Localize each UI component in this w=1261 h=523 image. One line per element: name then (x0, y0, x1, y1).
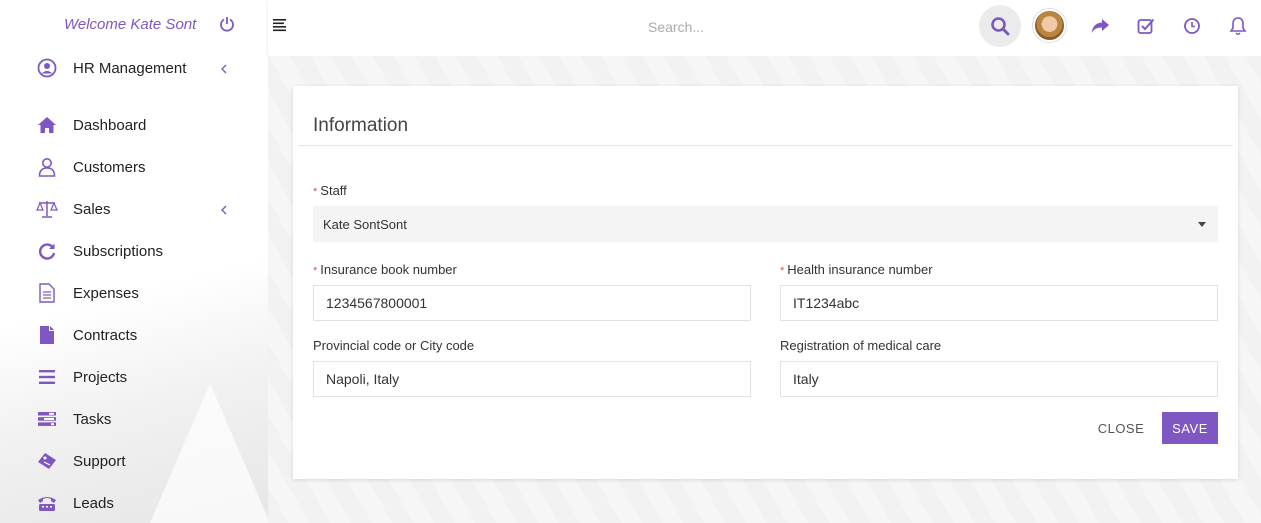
search-button[interactable] (979, 5, 1021, 47)
bars-icon (36, 366, 58, 388)
sidebar-item-label: Contracts (73, 326, 138, 344)
sidebar-item-label: Dashboard (73, 116, 147, 134)
provincial-code-input[interactable] (313, 361, 751, 397)
sidebar-item-label: Expenses (73, 284, 139, 302)
staff-label: * Staff (313, 183, 347, 198)
sidebar: Welcome Kate Sont HR Management Dashboar… (0, 0, 268, 523)
staff-select[interactable]: Kate SontSont (313, 206, 1218, 242)
search-icon (991, 17, 1010, 36)
sidebar-item-dashboard[interactable]: Dashboard (0, 104, 268, 146)
sidebar-item-leads[interactable]: Leads (0, 482, 268, 523)
sidebar-item-label: Tasks (73, 410, 112, 428)
file-text-icon (36, 282, 58, 304)
provincial-code-label: Provincial code or City code (313, 338, 475, 353)
sidebar-item-label: Leads (73, 494, 114, 512)
sidebar-item-support[interactable]: Support (0, 440, 268, 482)
divider (298, 145, 1233, 146)
information-card: Information * Staff Kate SontSont * Insura… (293, 86, 1238, 479)
sidebar-item-projects[interactable]: Projects (0, 356, 268, 398)
file-icon (36, 324, 58, 346)
required-marker: * (780, 265, 785, 277)
sidebar-item-label: Support (73, 452, 126, 470)
top-bar (268, 0, 1261, 56)
sidebar-item-sales[interactable]: Sales (0, 188, 268, 230)
health-insurance-label: * Health insurance number (780, 262, 933, 277)
medical-care-label: Registration of medical care (780, 338, 942, 353)
required-marker: * (313, 186, 318, 198)
close-button[interactable]: CLOSE (1091, 412, 1151, 444)
insurance-book-label: * Insurance book number (313, 262, 457, 277)
card-title: Information (313, 115, 409, 136)
home-icon (36, 114, 58, 136)
user-circle-icon (36, 57, 58, 79)
insurance-book-input[interactable] (313, 285, 751, 321)
sidebar-item-label: Customers (73, 158, 146, 176)
required-marker: * (313, 265, 318, 277)
bell-icon[interactable] (1228, 16, 1248, 36)
tty-icon (36, 492, 58, 514)
sidebar-item-expenses[interactable]: Expenses (0, 272, 268, 314)
sidebar-item-tasks[interactable]: Tasks (0, 398, 268, 440)
menu-toggle-icon[interactable] (273, 18, 287, 32)
sidebar-item-label: Subscriptions (73, 242, 164, 260)
ticket-icon (36, 450, 58, 472)
avatar[interactable] (1033, 9, 1066, 42)
share-icon[interactable] (1090, 16, 1110, 36)
staff-selected-value: Kate SontSont (323, 217, 407, 232)
checkbox-icon[interactable] (1136, 16, 1156, 36)
chevron-left-icon (219, 203, 229, 215)
refresh-icon (36, 240, 58, 262)
sidebar-item-label: Projects (73, 368, 128, 386)
sidebar-item-subscriptions[interactable]: Subscriptions (0, 230, 268, 272)
sidebar-item-hr-management[interactable]: HR Management (0, 47, 268, 89)
search-input[interactable] (648, 13, 948, 41)
sidebar-item-customers[interactable]: Customers (0, 146, 268, 188)
sidebar-item-label: HR Management (73, 59, 187, 77)
health-insurance-input[interactable] (780, 285, 1218, 321)
caret-down-icon (1198, 222, 1206, 227)
tasks-icon (36, 408, 58, 430)
chevron-left-icon (219, 62, 229, 74)
user-icon (36, 156, 58, 178)
clock-icon[interactable] (1182, 16, 1202, 36)
sidebar-item-label: Sales (73, 200, 111, 218)
medical-care-input[interactable] (780, 361, 1218, 397)
scale-icon (36, 198, 58, 220)
sidebar-item-contracts[interactable]: Contracts (0, 314, 268, 356)
save-button[interactable]: SAVE (1162, 412, 1218, 444)
welcome-text: Welcome Kate Sont (64, 16, 197, 33)
power-icon[interactable] (219, 15, 235, 33)
